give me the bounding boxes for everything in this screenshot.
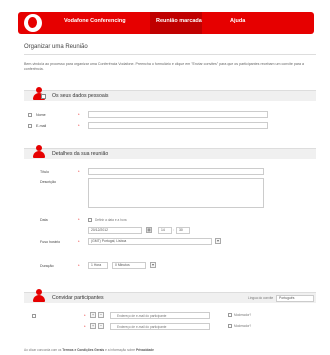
intro-text: Bem-vindo/a ao processo para organizar u… bbox=[24, 62, 305, 71]
language-select[interactable]: Português bbox=[276, 295, 314, 302]
timezone-label: Fuso horário bbox=[40, 240, 61, 244]
add-participant-icon[interactable]: + bbox=[90, 312, 96, 318]
date-required-mark: * bbox=[78, 217, 80, 222]
nav-item-meeting[interactable]: Reunião marcada bbox=[156, 18, 202, 24]
participants-checkbox[interactable] bbox=[32, 314, 36, 318]
participant1-required-mark: * bbox=[84, 313, 86, 318]
users-icon bbox=[32, 289, 46, 303]
participant2-moderator-label: Moderador? bbox=[234, 324, 252, 328]
chevron-down-icon[interactable]: ▾ bbox=[215, 238, 221, 244]
remove-participant-icon[interactable]: − bbox=[98, 312, 104, 318]
user-card-icon bbox=[32, 87, 46, 101]
participant2-required-mark: * bbox=[84, 324, 86, 329]
participant2-email-placeholder: Endereço de e-mail do participante bbox=[117, 325, 167, 329]
nav-item-help[interactable]: Ajuda bbox=[230, 18, 245, 24]
timezone-select[interactable]: (GMT) Portugal, Lisboa bbox=[88, 238, 212, 245]
hour-select[interactable]: 14 bbox=[158, 227, 172, 234]
name-field[interactable] bbox=[88, 111, 268, 118]
section-invite-title: Convidar participantes bbox=[52, 295, 104, 301]
language-label: Língua do convite bbox=[248, 296, 274, 300]
duration-required-mark: * bbox=[78, 263, 80, 268]
user-icon bbox=[32, 145, 46, 159]
duration-chevron-icon[interactable]: ▾ bbox=[150, 262, 156, 268]
participant1-email-placeholder: Endereço de e-mail do participante bbox=[117, 314, 167, 318]
name-required-mark: * bbox=[78, 112, 80, 117]
date-input[interactable]: 20/12/2012 bbox=[88, 227, 142, 234]
timezone-required-mark: * bbox=[78, 239, 80, 244]
add-participant-icon-2[interactable]: + bbox=[90, 323, 96, 329]
email-checkbox[interactable] bbox=[28, 124, 32, 128]
date-label: Data bbox=[40, 218, 48, 222]
duration-label: Duração bbox=[40, 264, 54, 268]
privacy-link[interactable]: Privacidade bbox=[136, 348, 154, 352]
duration-minutes-select[interactable]: 0 Minutos bbox=[112, 262, 146, 269]
description-label: Descrição bbox=[40, 180, 56, 184]
title-required-mark: * bbox=[78, 169, 80, 174]
date-option-radio[interactable] bbox=[88, 218, 92, 222]
title-field[interactable] bbox=[88, 168, 264, 175]
nav-item-conferencing[interactable]: Vodafone Conferencing bbox=[64, 18, 126, 24]
participant1-moderator-checkbox[interactable] bbox=[228, 313, 232, 317]
terms-link[interactable]: Termos e Condições Gerais bbox=[62, 348, 104, 352]
email-label: E-mail bbox=[36, 124, 47, 128]
section-personal-header: Os seus dados pessoais bbox=[24, 87, 316, 101]
section-invite-header: Convidar participantes Língua do convite… bbox=[24, 289, 316, 303]
name-checkbox[interactable] bbox=[28, 113, 32, 117]
participant2-email-field[interactable]: Endereço de e-mail do participante bbox=[110, 323, 210, 330]
participant1-moderator-label: Moderador? bbox=[234, 313, 252, 317]
time-separator: : bbox=[173, 228, 174, 232]
page-title: Organizar uma Reunião bbox=[24, 44, 88, 50]
date-option-label: Definir a data e a hora bbox=[95, 218, 127, 222]
terms-footer: Ao clicar concorda com os Termos e Condi… bbox=[24, 348, 154, 352]
title-label: Título bbox=[40, 170, 49, 174]
duration-hours-select[interactable]: 1 Hora bbox=[88, 262, 108, 269]
footer-middle: e a informação sobre bbox=[105, 348, 136, 352]
vodafone-logo-icon[interactable] bbox=[24, 14, 42, 32]
email-field[interactable] bbox=[88, 122, 268, 129]
participant1-email-field[interactable]: Endereço de e-mail do participante bbox=[110, 312, 210, 319]
minute-select[interactable]: 30 bbox=[176, 227, 190, 234]
footer-prefix: Ao clicar concorda com os bbox=[24, 348, 62, 352]
section-personal-title: Os seus dados pessoais bbox=[52, 93, 109, 99]
name-label: Nome bbox=[36, 113, 46, 117]
section-meeting-header: Detalhes da sua reunião bbox=[24, 145, 316, 159]
description-textarea[interactable] bbox=[88, 178, 264, 208]
title-divider bbox=[24, 54, 316, 55]
participant2-moderator-checkbox[interactable] bbox=[228, 324, 232, 328]
section-meeting-title: Detalhes da sua reunião bbox=[52, 151, 109, 157]
remove-participant-icon-2[interactable]: − bbox=[98, 323, 104, 329]
email-required-mark: * bbox=[78, 123, 80, 128]
calendar-icon[interactable]: ▦ bbox=[146, 227, 152, 233]
